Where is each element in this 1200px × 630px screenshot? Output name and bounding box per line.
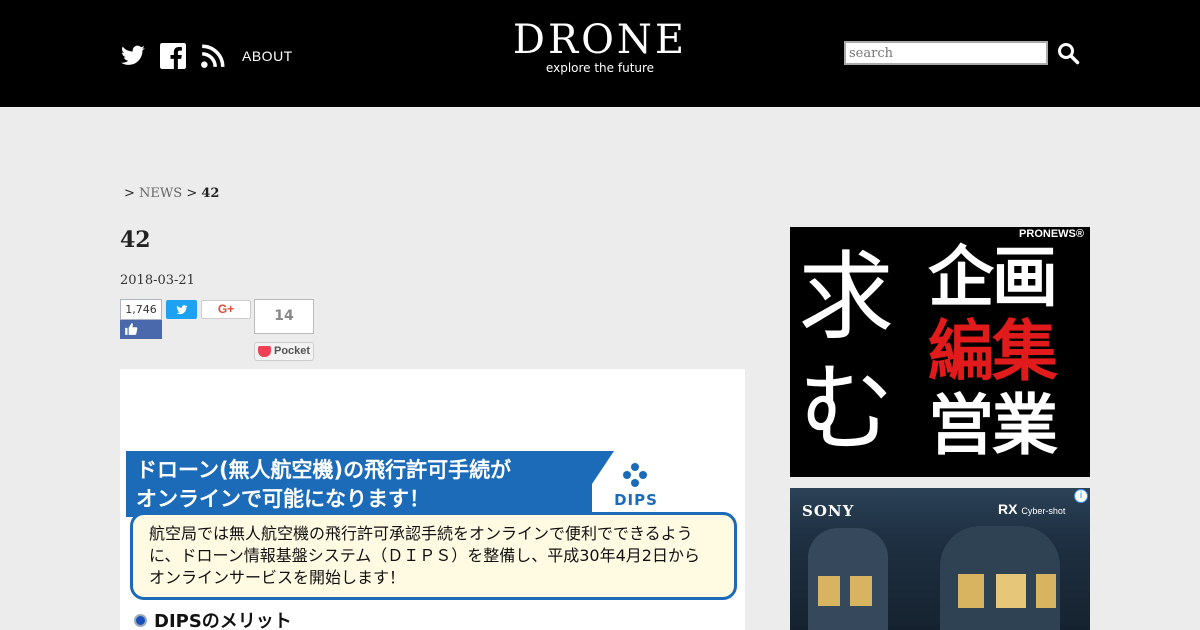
pocket-icon: [258, 346, 271, 357]
ad-text-column: 企画 編集 営業: [928, 239, 1058, 464]
site-logo[interactable]: DRONE explore the future: [500, 18, 700, 74]
twitter-icon[interactable]: [120, 43, 146, 69]
pronews-ad[interactable]: PRONEWS® 求む 企画 編集 営業: [790, 227, 1090, 477]
merit-heading-text: DIPSのメリット: [154, 611, 292, 630]
site-header: ABOUT DRONE explore the future: [0, 0, 1200, 107]
twitter-icon: [176, 305, 188, 315]
twitter-share-button[interactable]: [166, 300, 197, 319]
pocket-button[interactable]: Pocket: [254, 342, 314, 361]
breadcrumb-current: 42: [201, 186, 220, 201]
article-image: ドローン(無人航空機)の飛行許可手続が オンラインで可能になります！ DIPS …: [120, 369, 745, 630]
logo-title: DRONE: [512, 17, 688, 63]
dips-name: DIPS: [614, 491, 658, 509]
ad-photo-window: [996, 574, 1026, 608]
ad-row: 企画: [928, 239, 1058, 316]
banner-line: オンラインで可能になります！: [136, 487, 430, 511]
info-line: オンラインサービスを開始します！: [149, 568, 406, 587]
breadcrumb: > NEWS > 42: [124, 186, 219, 201]
rss-icon[interactable]: [200, 43, 226, 69]
breadcrumb-news-link[interactable]: NEWS: [139, 186, 182, 201]
ad-photo-window: [958, 574, 984, 608]
pocket-label: Pocket: [274, 345, 311, 357]
breadcrumb-separator: >: [124, 186, 135, 201]
info-line: に、ドローン情報基盤システム（ＤＩＰＳ）を整備し、平成30年4月2日から: [149, 546, 700, 565]
post-date: 2018-03-21: [120, 273, 195, 288]
ad-product-sub: Cyber-shot: [1021, 506, 1066, 516]
search-input[interactable]: [844, 41, 1048, 65]
facebook-share-count: 1,746: [120, 299, 162, 320]
ad-product: RX Cyber-shot: [998, 501, 1065, 517]
ad-product-name: RX: [998, 501, 1018, 517]
ad-info-icon[interactable]: i: [1074, 489, 1088, 503]
merit-heading: DIPSのメリット: [134, 607, 292, 630]
ad-row: 営業: [928, 387, 1058, 464]
ad-photo-window: [850, 576, 872, 606]
sony-ad[interactable]: SONY RX Cyber-shot i: [790, 488, 1090, 630]
ad-photo-window: [818, 576, 840, 606]
breadcrumb-separator: >: [186, 186, 198, 201]
pocket-share-count: 14: [254, 299, 314, 334]
facebook-icon[interactable]: [160, 43, 186, 69]
info-box: 航空局では無人航空機の飛行許可承認手続をオンラインで便利でできるよう に、ドロー…: [130, 512, 737, 600]
image-banner: ドローン(無人航空機)の飛行許可手続が オンラインで可能になります！: [126, 451, 592, 517]
search-icon[interactable]: [1056, 41, 1080, 65]
ad-row: 編集: [928, 313, 1058, 390]
social-links: ABOUT: [120, 43, 293, 69]
ad-photo-window: [1036, 574, 1056, 608]
ad-big-text: 求む: [798, 241, 894, 465]
banner-line: ドローン(無人航空機)の飛行許可手続が: [136, 458, 512, 482]
bullet-icon: [134, 613, 147, 627]
thumbs-up-icon: [125, 323, 138, 335]
info-line: 航空局では無人航空機の飛行許可承認手続をオンラインで便利でできるよう: [149, 524, 693, 543]
facebook-like-button[interactable]: [120, 320, 162, 339]
ad-brand: SONY: [802, 502, 855, 520]
google-plus-share-button[interactable]: G+: [201, 300, 251, 319]
about-link[interactable]: ABOUT: [242, 48, 293, 64]
page-title: 42: [120, 227, 151, 253]
logo-tagline: explore the future: [545, 61, 655, 75]
